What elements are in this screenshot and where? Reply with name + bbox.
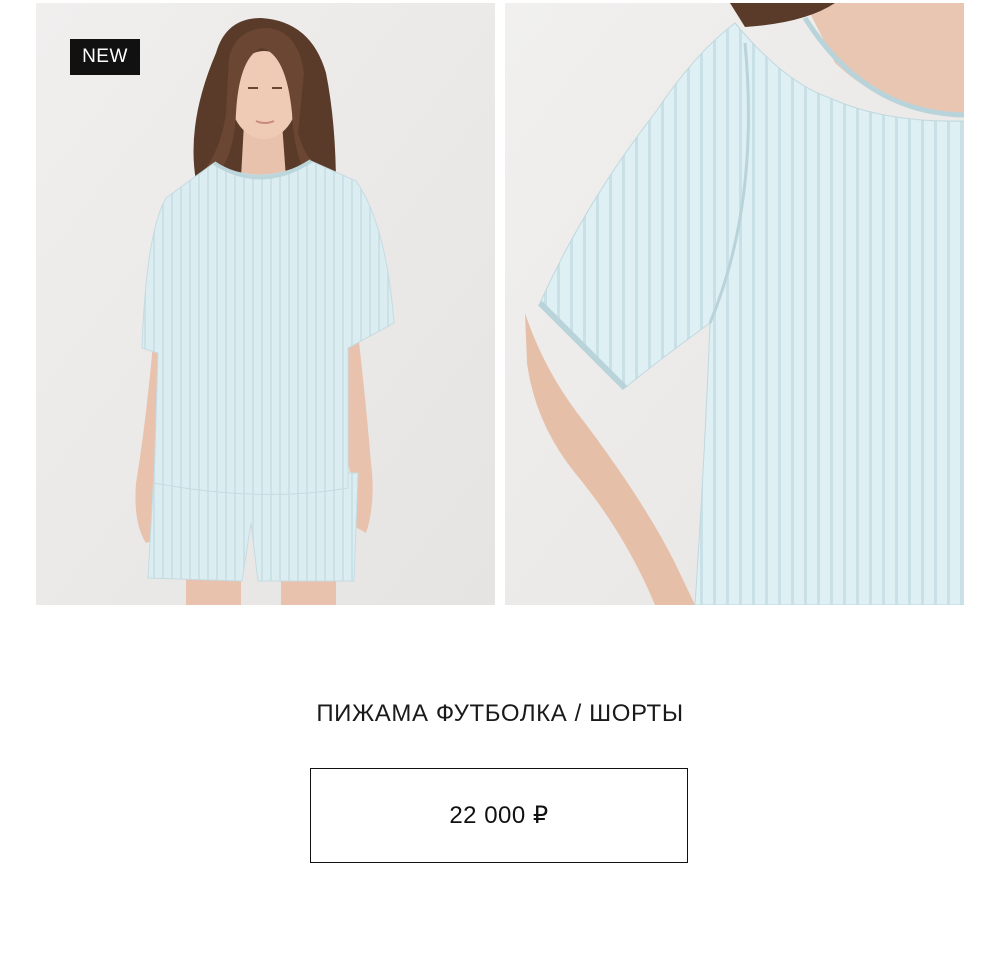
price-label: 22 000 ₽ (449, 802, 549, 829)
product-photo-full[interactable]: NEW (36, 3, 495, 605)
new-badge: NEW (70, 39, 140, 75)
shirt-closeup-illustration (505, 3, 964, 605)
price-button[interactable]: 22 000 ₽ (310, 768, 688, 863)
product-photo-closeup[interactable] (505, 3, 964, 605)
product-title: ПИЖАМА ФУТБОЛКА / ШОРТЫ (316, 700, 684, 727)
model-full-illustration (36, 3, 495, 605)
